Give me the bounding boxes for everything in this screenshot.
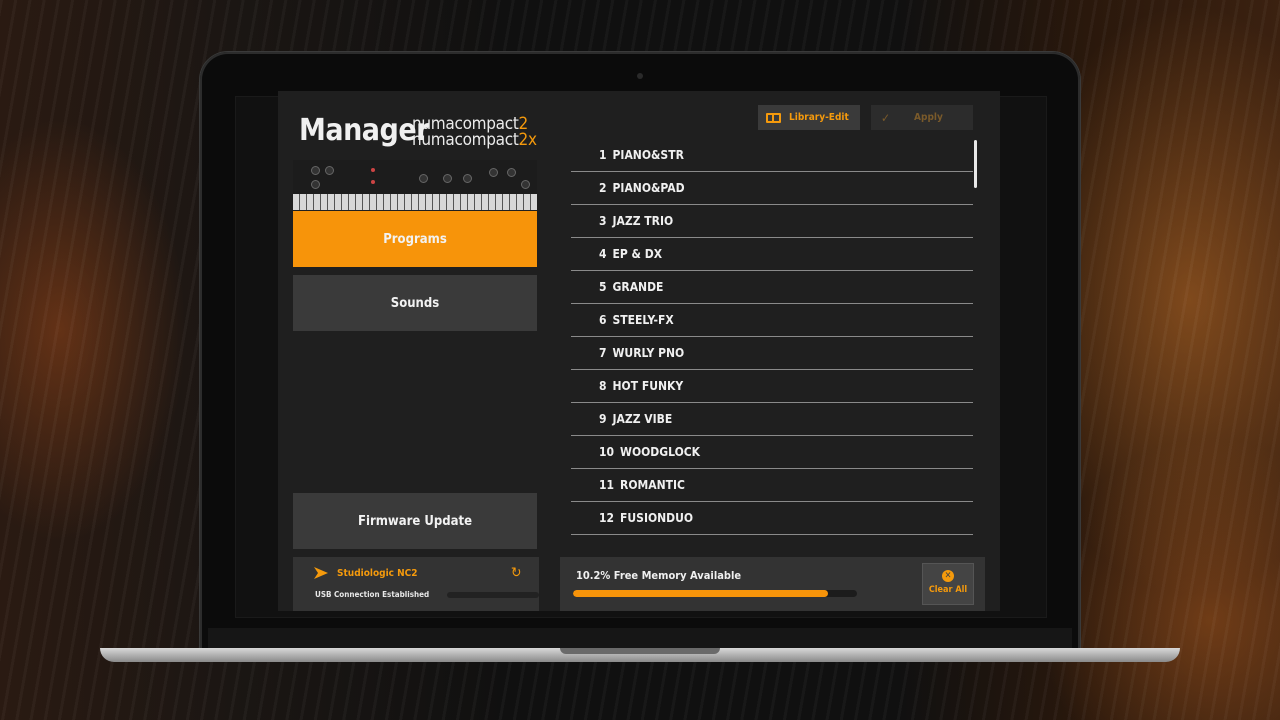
program-number: 2	[599, 181, 607, 195]
program-number: 4	[599, 247, 607, 261]
clear-all-label: Clear All	[928, 585, 968, 595]
program-row[interactable]: 10 WOODGLOCK	[571, 436, 973, 469]
memory-panel: 10.2% Free Memory Available ✕ Clear All	[560, 557, 985, 611]
library-edit-button[interactable]: Library-Edit	[758, 105, 860, 130]
program-number: 8	[599, 379, 607, 393]
program-number: 12	[599, 511, 615, 525]
close-icon: ✕	[942, 570, 954, 582]
memory-status: 10.2% Free Memory Available	[576, 569, 742, 582]
program-row[interactable]: 8 HOT FUNKY	[571, 370, 973, 403]
laptop-notch	[560, 648, 720, 654]
program-row[interactable]: 7 WURLY PNO	[571, 337, 973, 370]
program-row[interactable]: 3 JAZZ TRIO	[571, 205, 973, 238]
program-row[interactable]: 12 FUSIONDUO	[571, 502, 973, 535]
program-name: JAZZ VIBE	[612, 412, 673, 426]
program-row[interactable]: 6 STEELY-FX	[571, 304, 973, 337]
memory-bar	[573, 590, 857, 597]
program-row[interactable]: 9 JAZZ VIBE	[571, 403, 973, 436]
keyboard-image	[293, 160, 537, 210]
program-number: 5	[599, 280, 607, 294]
apply-label: Apply	[914, 112, 943, 123]
program-row[interactable]: 4 EP & DX	[571, 238, 973, 271]
memory-bar-fill	[573, 590, 829, 597]
program-number: 1	[599, 148, 607, 162]
programs-button[interactable]: Programs	[293, 211, 537, 267]
program-name: JAZZ TRIO	[612, 214, 674, 228]
program-list: 1 PIANO&STR 2 PIANO&PAD 3 JAZZ TRIO 4 EP & DX 5 G…	[571, 139, 973, 535]
program-name: ROMANTIC	[620, 478, 685, 492]
camera-icon	[637, 73, 643, 79]
clear-all-button[interactable]: ✕ Clear All	[922, 563, 974, 605]
program-name: WURLY PNO	[612, 346, 685, 360]
device-status-panel: Studiologic NC2 ↻ USB Connection Establi…	[293, 557, 539, 611]
sounds-button[interactable]: Sounds	[293, 275, 537, 331]
program-row[interactable]: 11 ROMANTIC	[571, 469, 973, 502]
book-icon	[766, 112, 781, 123]
program-name: PIANO&PAD	[612, 181, 685, 195]
program-number: 9	[599, 412, 607, 426]
program-number: 3	[599, 214, 607, 228]
program-row[interactable]: 2 PIANO&PAD	[571, 172, 973, 205]
program-name: GRANDE	[612, 280, 664, 294]
model-number: 2x	[518, 130, 537, 150]
program-number: 6	[599, 313, 607, 327]
program-name: EP & DX	[612, 247, 663, 261]
model-bold: compact	[454, 130, 519, 150]
model-prefix: numa	[412, 130, 455, 150]
firmware-update-button[interactable]: Firmware Update	[293, 493, 537, 549]
program-name: FUSIONDUO	[620, 511, 694, 525]
app-window: Manager numacompact2 numacompact2x Progr…	[278, 91, 1000, 611]
app-title: Manager	[299, 113, 429, 148]
library-edit-label: Library-Edit	[789, 112, 849, 123]
program-number: 10	[599, 445, 615, 459]
device-name: Studiologic NC2	[337, 568, 418, 579]
program-name: STEELY-FX	[612, 313, 674, 327]
program-row[interactable]: 1 PIANO&STR	[571, 139, 973, 172]
refresh-icon[interactable]: ↻	[511, 566, 522, 580]
model-name: numacompact2 numacompact2x	[412, 116, 537, 150]
connection-progress-bar	[447, 592, 539, 598]
connection-status: USB Connection Established	[315, 590, 430, 599]
program-number: 7	[599, 346, 607, 360]
apply-button[interactable]: ✓ Apply	[871, 105, 973, 130]
list-scrollbar[interactable]	[974, 140, 977, 188]
program-name: WOODGLOCK	[620, 445, 701, 459]
laptop-bezel	[208, 628, 1072, 648]
check-icon: ✓	[881, 110, 891, 125]
program-name: HOT FUNKY	[612, 379, 684, 393]
program-row[interactable]: 5 GRANDE	[571, 271, 973, 304]
program-number: 11	[599, 478, 615, 492]
chevron-right-icon	[314, 567, 328, 579]
program-name: PIANO&STR	[612, 148, 684, 162]
